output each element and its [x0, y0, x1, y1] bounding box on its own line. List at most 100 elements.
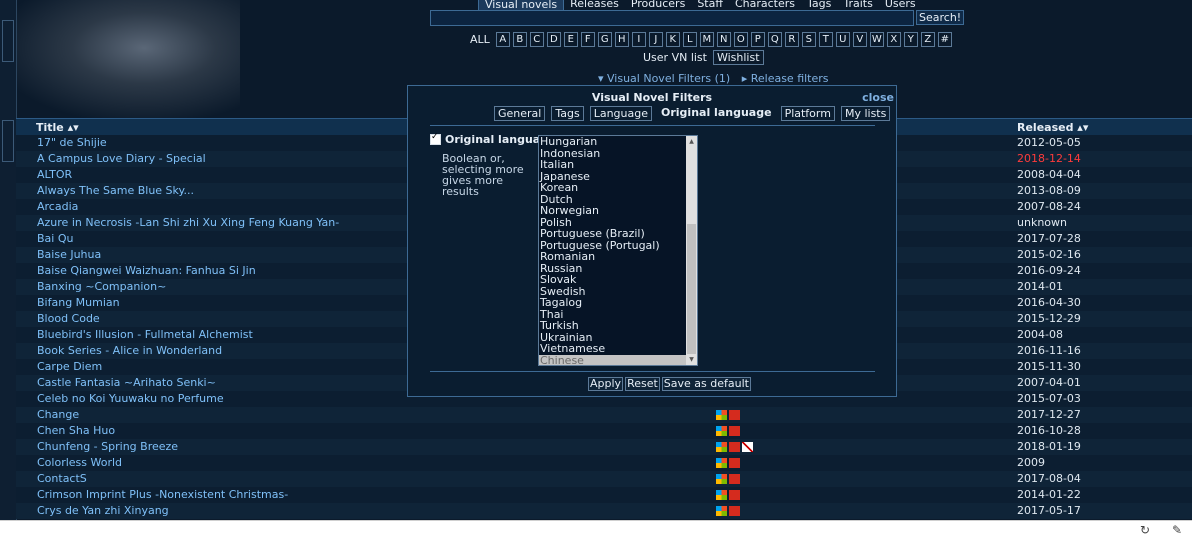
- reset-button[interactable]: Reset: [625, 377, 660, 391]
- alpha-letter-link[interactable]: F: [580, 32, 595, 47]
- vn-title-link[interactable]: Azure in Necrosis -Lan Shi zhi Xu Xing F…: [37, 215, 339, 231]
- alpha-letter-link[interactable]: Y: [903, 32, 918, 47]
- alpha-letter-link[interactable]: J: [648, 32, 663, 47]
- vn-title-link[interactable]: Change: [37, 407, 79, 423]
- tab-my-lists[interactable]: My lists: [840, 106, 891, 121]
- refresh-icon[interactable]: ↻: [1140, 523, 1150, 537]
- dialog-close-link[interactable]: close: [862, 91, 894, 104]
- vn-title-link[interactable]: Chunfeng - Spring Breeze: [37, 439, 178, 455]
- vn-title-link[interactable]: Crys de Yan zhi Xinyang: [37, 503, 169, 519]
- vn-title-link[interactable]: Arcadia: [37, 199, 78, 215]
- alpha-letter-link[interactable]: P: [750, 32, 765, 47]
- alpha-letter-link[interactable]: M: [699, 32, 714, 47]
- language-option[interactable]: Turkish: [539, 320, 697, 332]
- alpha-letter-link[interactable]: N: [716, 32, 731, 47]
- vn-title-link[interactable]: Blood Code: [37, 311, 100, 327]
- original-language-checkbox-row[interactable]: Original language: [430, 132, 556, 146]
- language-listbox[interactable]: Hungarian Indonesian Italian Japanese Korean…: [538, 135, 698, 366]
- vn-title-link[interactable]: ContactS: [37, 471, 87, 487]
- vn-title-link[interactable]: Colorless World: [37, 455, 122, 471]
- dialog-buttons: Apply Reset Save as default: [588, 377, 751, 391]
- alpha-letter-link[interactable]: L: [682, 32, 697, 47]
- language-option[interactable]: Vietnamese: [539, 343, 697, 355]
- language-option[interactable]: Korean: [539, 182, 697, 194]
- vn-title-link[interactable]: Crimson Imprint Plus -Nonexistent Christ…: [37, 487, 288, 503]
- language-option[interactable]: Italian: [539, 159, 697, 171]
- save-as-default-button[interactable]: Save as default: [661, 377, 751, 391]
- alpha-letter-link[interactable]: B: [512, 32, 527, 47]
- scroll-up-icon[interactable]: ▲: [687, 137, 696, 146]
- alpha-letter-link[interactable]: X: [886, 32, 901, 47]
- vn-title-link[interactable]: Banxing ~Companion~: [37, 279, 166, 295]
- alpha-letter-link[interactable]: H: [614, 32, 629, 47]
- alpha-letter-link[interactable]: V: [852, 32, 867, 47]
- tab-platform[interactable]: Platform: [780, 106, 835, 121]
- vn-title-link[interactable]: Chen Sha Huo: [37, 423, 115, 439]
- alpha-letter-link[interactable]: S: [801, 32, 816, 47]
- vn-filters-toggle[interactable]: ▾ Visual Novel Filters (1): [598, 72, 730, 85]
- alpha-letter-link[interactable]: W: [869, 32, 884, 47]
- alpha-letter-link[interactable]: U: [835, 32, 850, 47]
- alpha-letter-link[interactable]: T: [818, 32, 833, 47]
- vn-title-link[interactable]: Bai Qu: [37, 231, 73, 247]
- tab-tags[interactable]: Tags: [551, 106, 584, 121]
- release-date: 2014-01-22: [1017, 488, 1081, 501]
- vn-title-link[interactable]: 17" de Shijie: [37, 135, 107, 151]
- alpha-letter-link[interactable]: R: [784, 32, 799, 47]
- alpha-letter-link[interactable]: C: [529, 32, 544, 47]
- alpha-letter-link[interactable]: A: [495, 32, 510, 47]
- vn-title-link[interactable]: Book Series - Alice in Wonderland: [37, 343, 222, 359]
- vn-title-link[interactable]: Bifang Mumian: [37, 295, 120, 311]
- language-option[interactable]: Hungarian: [539, 136, 697, 148]
- alpha-letter-link[interactable]: I: [631, 32, 646, 47]
- title-column-header[interactable]: Title ▴▾: [36, 121, 79, 134]
- scroll-down-icon[interactable]: ▼: [687, 355, 696, 364]
- vn-title-link[interactable]: Carpe Diem: [37, 359, 102, 375]
- china-flag-icon: [729, 458, 740, 468]
- tab-original-language[interactable]: Original language: [658, 106, 775, 121]
- table-row: Colorless World 2009: [16, 455, 1192, 471]
- alpha-letter-link[interactable]: Q: [767, 32, 782, 47]
- vn-title-link[interactable]: Baise Juhua: [37, 247, 101, 263]
- release-date: 2012-05-05: [1017, 136, 1081, 149]
- user-vn-list-link[interactable]: User VN list: [643, 51, 707, 64]
- table-row: Change 2017-12-27: [16, 407, 1192, 423]
- vn-title-link[interactable]: Castle Fantasia ~Arihato Senki~: [37, 375, 216, 391]
- release-filters-toggle[interactable]: ▸ Release filters: [742, 72, 829, 85]
- apply-button[interactable]: Apply: [588, 377, 624, 391]
- language-option[interactable]: Chinese: [539, 354, 697, 365]
- language-option[interactable]: Norwegian: [539, 205, 697, 217]
- language-option[interactable]: Slovak: [539, 274, 697, 286]
- vn-title-link[interactable]: Baise Qiangwei Waizhuan: Fanhua Si Jin: [37, 263, 256, 279]
- checkbox-icon[interactable]: [430, 132, 441, 145]
- listbox-scrollbar[interactable]: ▲ ▼: [686, 136, 697, 365]
- wishlist-link[interactable]: Wishlist: [712, 50, 764, 65]
- alpha-all-link[interactable]: ALL: [470, 33, 490, 46]
- language-option[interactable]: Romanian: [539, 251, 697, 263]
- alpha-letter-link[interactable]: Z: [920, 32, 935, 47]
- vn-title-link[interactable]: ALTOR: [37, 167, 72, 183]
- vn-title-link[interactable]: Celeb no Koi Yuuwaku no Perfume: [37, 391, 224, 407]
- language-option[interactable]: Portuguese (Brazil): [539, 228, 697, 240]
- scroll-thumb[interactable]: [687, 224, 696, 354]
- uk-flag-icon: [742, 442, 753, 452]
- alpha-letter-link[interactable]: #: [937, 32, 952, 47]
- alpha-letter-link[interactable]: G: [597, 32, 612, 47]
- alpha-letter-link[interactable]: O: [733, 32, 748, 47]
- search-button[interactable]: Search!: [916, 10, 965, 25]
- tab-general[interactable]: General: [494, 106, 546, 121]
- released-column-header[interactable]: Released ▴▾: [1017, 121, 1088, 134]
- release-date: unknown: [1017, 216, 1067, 229]
- pin-icon[interactable]: ✎: [1172, 523, 1182, 537]
- alpha-letter-link[interactable]: E: [563, 32, 578, 47]
- language-option[interactable]: Tagalog: [539, 297, 697, 309]
- windows-icon: [716, 426, 727, 436]
- alpha-letter-link[interactable]: K: [665, 32, 680, 47]
- alpha-letter-link[interactable]: D: [546, 32, 561, 47]
- search-input[interactable]: [430, 10, 914, 26]
- left-sidebar-strip: [0, 0, 17, 520]
- tab-language[interactable]: Language: [589, 106, 653, 121]
- vn-title-link[interactable]: Always The Same Blue Sky...: [37, 183, 194, 199]
- vn-title-link[interactable]: Bluebird's Illusion - Fullmetal Alchemis…: [37, 327, 253, 343]
- vn-title-link[interactable]: A Campus Love Diary - Special: [37, 151, 206, 167]
